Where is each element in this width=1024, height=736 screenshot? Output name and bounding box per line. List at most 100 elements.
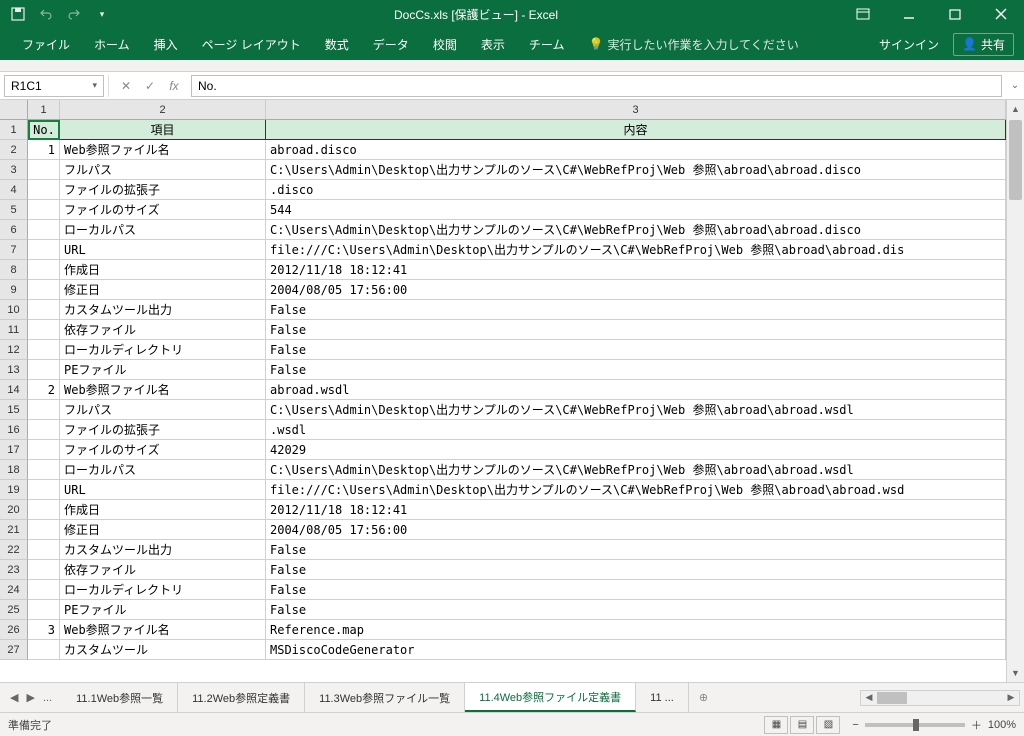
cell-item[interactable]: 依存ファイル	[60, 320, 266, 340]
add-sheet-icon[interactable]: ⊕	[689, 691, 718, 704]
cell-no[interactable]	[28, 540, 60, 560]
cell-content[interactable]: False	[266, 600, 1006, 620]
header-cell-item[interactable]: 項目	[60, 120, 266, 140]
cell-no[interactable]	[28, 220, 60, 240]
cell-no[interactable]	[28, 560, 60, 580]
name-box[interactable]: R1C1 ▾	[4, 75, 104, 97]
cell-item[interactable]: カスタムツール	[60, 640, 266, 660]
sheet-tab[interactable]: 11.4Web参照ファイル定義書	[465, 683, 636, 712]
row-header[interactable]: 8	[0, 260, 28, 280]
cell-no[interactable]	[28, 240, 60, 260]
row-header[interactable]: 10	[0, 300, 28, 320]
cell-no[interactable]	[28, 520, 60, 540]
tab-team[interactable]: チーム	[517, 28, 577, 60]
row-header[interactable]: 1	[0, 120, 28, 140]
cell-item[interactable]: 依存ファイル	[60, 560, 266, 580]
cell-content[interactable]: C:\Users\Admin\Desktop\出力サンプルのソース\C#\Web…	[266, 400, 1006, 420]
cell-content[interactable]: False	[266, 580, 1006, 600]
cell-no[interactable]: 1	[28, 140, 60, 160]
cell-no[interactable]	[28, 440, 60, 460]
cell-content[interactable]: C:\Users\Admin\Desktop\出力サンプルのソース\C#\Web…	[266, 220, 1006, 240]
col-header-3[interactable]: 3	[266, 100, 1006, 119]
cell-content[interactable]: 2012/11/18 18:12:41	[266, 260, 1006, 280]
minimize-icon[interactable]	[886, 0, 932, 28]
row-header[interactable]: 3	[0, 160, 28, 180]
horizontal-scrollbar[interactable]: ◀ ▶	[860, 690, 1020, 706]
cell-item[interactable]: ファイルの拡張子	[60, 180, 266, 200]
pagelayout-view-icon[interactable]: ▤	[790, 716, 814, 734]
zoom-knob[interactable]	[913, 719, 919, 731]
cell-item[interactable]: URL	[60, 480, 266, 500]
formula-expand-icon[interactable]: ⌄	[1006, 80, 1024, 91]
ribbon-display-icon[interactable]	[840, 0, 886, 28]
cell-content[interactable]: False	[266, 560, 1006, 580]
sheet-tab[interactable]: 11.1Web参照一覧	[62, 683, 178, 712]
select-all-corner[interactable]	[0, 100, 28, 119]
cell-item[interactable]: ローカルパス	[60, 460, 266, 480]
row-header[interactable]: 26	[0, 620, 28, 640]
cell-no[interactable]	[28, 180, 60, 200]
cell-item[interactable]: カスタムツール出力	[60, 300, 266, 320]
cell-content[interactable]: False	[266, 540, 1006, 560]
row-header[interactable]: 7	[0, 240, 28, 260]
cell-content[interactable]: 2004/08/05 17:56:00	[266, 520, 1006, 540]
maximize-icon[interactable]	[932, 0, 978, 28]
cell-no[interactable]	[28, 280, 60, 300]
zoom-out-icon[interactable]: −	[852, 719, 858, 731]
cell-content[interactable]: .disco	[266, 180, 1006, 200]
cell-content[interactable]: C:\Users\Admin\Desktop\出力サンプルのソース\C#\Web…	[266, 460, 1006, 480]
header-cell-no[interactable]: No.	[28, 120, 60, 140]
row-header[interactable]: 5	[0, 200, 28, 220]
cell-item[interactable]: 修正日	[60, 280, 266, 300]
row-header[interactable]: 11	[0, 320, 28, 340]
cell-item[interactable]: Web参照ファイル名	[60, 140, 266, 160]
cell-item[interactable]: Web参照ファイル名	[60, 620, 266, 640]
tab-home[interactable]: ホーム	[82, 28, 142, 60]
row-header[interactable]: 12	[0, 340, 28, 360]
header-cell-content[interactable]: 内容	[266, 120, 1006, 140]
tab-insert[interactable]: 挿入	[142, 28, 190, 60]
cell-item[interactable]: ファイルのサイズ	[60, 200, 266, 220]
cell-no[interactable]: 3	[28, 620, 60, 640]
row-header[interactable]: 4	[0, 180, 28, 200]
cell-content[interactable]: .wsdl	[266, 420, 1006, 440]
cell-no[interactable]	[28, 420, 60, 440]
cell-item[interactable]: 修正日	[60, 520, 266, 540]
cell-no[interactable]	[28, 320, 60, 340]
row-header[interactable]: 9	[0, 280, 28, 300]
scroll-down-icon[interactable]: ▼	[1007, 664, 1024, 682]
scroll-left-icon[interactable]: ◀	[861, 692, 877, 703]
row-header[interactable]: 19	[0, 480, 28, 500]
cell-item[interactable]: Web参照ファイル名	[60, 380, 266, 400]
row-header[interactable]: 25	[0, 600, 28, 620]
cell-content[interactable]: False	[266, 320, 1006, 340]
cell-content[interactable]: C:\Users\Admin\Desktop\出力サンプルのソース\C#\Web…	[266, 160, 1006, 180]
cancel-icon[interactable]: ✕	[117, 79, 135, 93]
cell-content[interactable]: 2012/11/18 18:12:41	[266, 500, 1006, 520]
share-button[interactable]: 👤 共有	[953, 33, 1014, 56]
cell-item[interactable]: ファイルのサイズ	[60, 440, 266, 460]
cell-no[interactable]	[28, 260, 60, 280]
tab-file[interactable]: ファイル	[10, 28, 82, 60]
formula-input[interactable]: No.	[191, 75, 1002, 97]
enter-icon[interactable]: ✓	[141, 79, 159, 93]
cell-item[interactable]: PEファイル	[60, 600, 266, 620]
row-header[interactable]: 14	[0, 380, 28, 400]
cell-no[interactable]	[28, 640, 60, 660]
tellme-search[interactable]: 💡 実行したい作業を入力してください	[588, 36, 798, 53]
cell-content[interactable]: file:///C:\Users\Admin\Desktop\出力サンプルのソー…	[266, 480, 1006, 500]
cell-item[interactable]: PEファイル	[60, 360, 266, 380]
redo-icon[interactable]	[64, 4, 84, 24]
tab-pagelayout[interactable]: ページ レイアウト	[190, 28, 313, 60]
cell-no[interactable]	[28, 160, 60, 180]
sheet-nav-next-icon[interactable]: ▶	[24, 691, 36, 704]
row-header[interactable]: 23	[0, 560, 28, 580]
cell-content[interactable]: 2004/08/05 17:56:00	[266, 280, 1006, 300]
save-icon[interactable]	[8, 4, 28, 24]
row-header[interactable]: 15	[0, 400, 28, 420]
cell-item[interactable]: URL	[60, 240, 266, 260]
cell-content[interactable]: MSDiscoCodeGenerator	[266, 640, 1006, 660]
cell-content[interactable]: False	[266, 340, 1006, 360]
sheet-tab[interactable]: 11.3Web参照ファイル一覧	[305, 683, 465, 712]
hscroll-thumb[interactable]	[877, 692, 907, 704]
